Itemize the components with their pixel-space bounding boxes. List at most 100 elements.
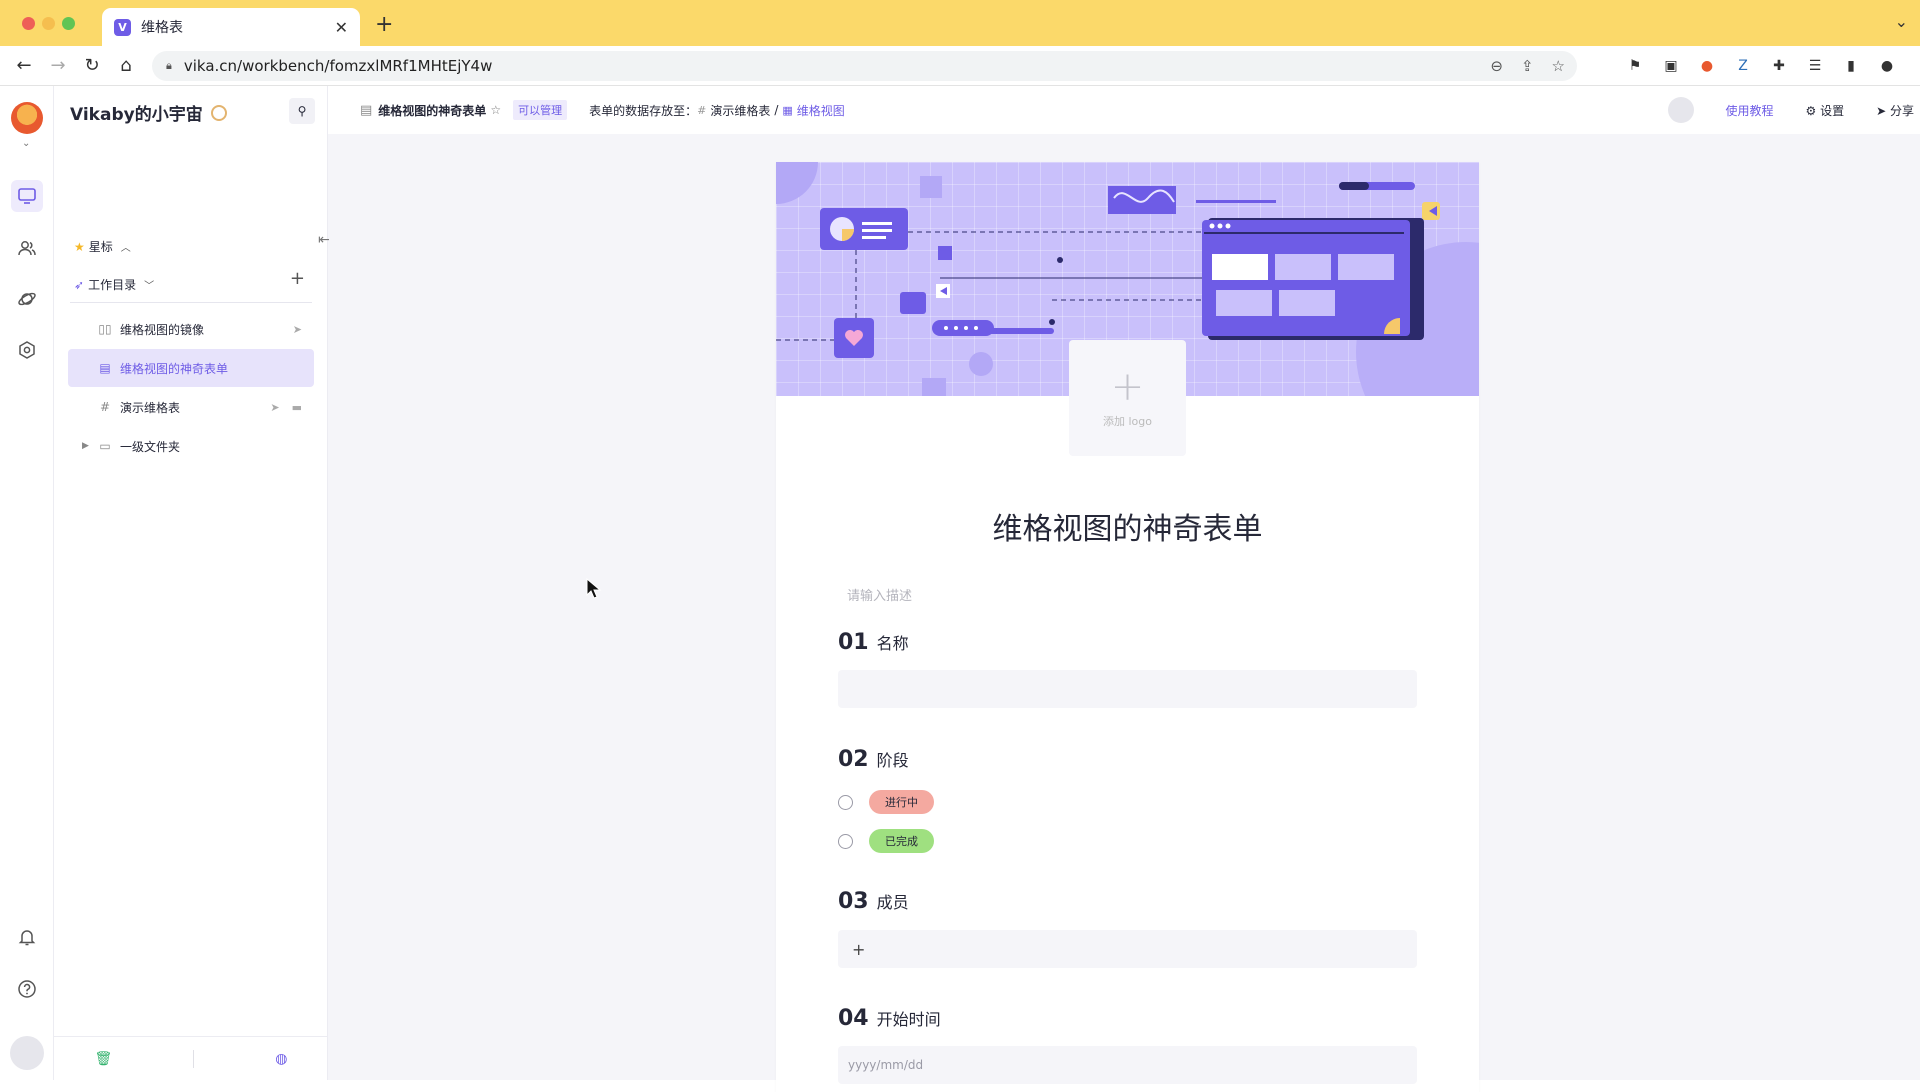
question-label: 开始时间 [876,1010,941,1029]
send-icon: ➤ [1876,103,1890,118]
question-label: 名称 [876,634,909,653]
space-avatar[interactable] [11,102,43,134]
form-name[interactable]: 维格视图的神奇表单 [378,102,486,119]
gear-icon: ⚙ [1805,103,1821,118]
add-node-button[interactable]: + [290,268,305,289]
favorites-label: 星标 [88,240,113,254]
maximize-window-button[interactable] [62,17,75,30]
rocket-icon: ➶ [74,277,85,292]
add-logo-button[interactable]: + 添加 logo [1069,340,1186,456]
browser-menu-icon[interactable]: ⋮ [1913,56,1920,76]
radio-button[interactable] [838,794,853,810]
storage-label: 表单的数据存放至： [589,103,698,118]
member-add-button[interactable]: + [838,930,1417,968]
lock-icon: ▬ [291,400,302,414]
bell-icon[interactable] [11,921,43,953]
side-panel-icon[interactable]: ▮ [1841,56,1861,76]
sidebar-item-folder[interactable]: ▶ ▭ 一级文件夹 [68,427,314,465]
share-page-icon[interactable]: ⇪ [1521,57,1534,75]
mirror-icon: ▯▯ [98,322,112,336]
tab-close-icon[interactable]: ✕ [335,18,348,37]
radio-button[interactable] [838,833,853,849]
tab-search-chevron-icon[interactable]: ⌄ [1895,12,1908,31]
browser-tab[interactable]: V 维格表 ✕ [102,8,360,46]
home-icon[interactable]: ⌂ [116,55,136,76]
profile-avatar-icon[interactable]: ● [1877,56,1897,76]
collaborator-avatar[interactable] [1667,97,1694,123]
collapse-sidebar-icon[interactable]: ⇤ [318,232,338,252]
settings-hex-icon[interactable] [11,334,43,366]
user-avatar[interactable] [10,1036,44,1070]
question-header: 01 名称 [838,630,909,655]
search-icon[interactable]: ⚲ [289,98,315,124]
form-title[interactable]: 维格视图的神奇表单 [776,504,1479,548]
reading-list-icon[interactable]: ☰ [1805,56,1825,76]
question-number: 03 [838,889,869,914]
bookmark-star-icon[interactable]: ☆ [1552,57,1565,75]
forward-arrow-icon[interactable]: → [48,55,68,76]
settings-label: 设置 [1820,103,1845,118]
explore-icon[interactable] [11,283,43,315]
add-logo-label: 添加 logo [1103,415,1152,428]
trash-icon[interactable]: 🗑︎ [95,1051,113,1067]
tutorial-link[interactable]: 使用教程 [1726,102,1774,119]
favorite-star-icon[interactable]: ☆ [490,103,501,117]
sidebar-item-label: 演示维格表 [120,400,181,415]
template-planet-icon[interactable]: ◍ [275,1051,287,1067]
sidebar-item-label: 维格视图的神奇表单 [120,361,229,376]
grid-view-icon: ▦ [782,103,793,117]
option-tag: 进行中 [869,790,934,814]
space-switch-chevron-icon[interactable]: ⌄ [22,138,30,149]
space-name-text: Vikaby的小宇宙 [70,105,203,125]
minimize-window-button[interactable] [42,17,55,30]
caret-right-icon[interactable]: ▶ [82,441,89,451]
datasheet-icon: # [99,400,111,414]
extension-image-icon[interactable]: ▣ [1661,56,1681,76]
star-icon: ★ [74,239,85,254]
zoom-icon[interactable]: ⊖ [1490,57,1503,75]
start-date-field[interactable]: yyyy/mm/dd [838,1046,1417,1084]
sidebar-item-datasheet[interactable]: # 演示维格表 ➤ ▬ [68,388,314,426]
question-label: 成员 [876,893,909,912]
breadcrumb-separator: / [774,103,779,117]
url-bar[interactable]: 🔒︎ vika.cn/workbench/fomzxlMRf1MHtEjY4w … [152,51,1577,81]
space-name[interactable]: Vikaby的小宇宙 [70,100,227,125]
extensions-puzzle-icon[interactable]: ✚ [1769,56,1789,76]
sidebar-divider [70,302,312,303]
sidebar-item-mirror[interactable]: ▯▯ 维格视图的镜像 ➤ [68,310,314,348]
question-header: 02 阶段 [838,747,909,772]
extension-z-icon[interactable]: Z [1733,56,1753,76]
vika-app: ⌄ Vikaby的小宇宙 ⚲ ★ 星标 ︿ ➶ 工作目录 ﹀ + ▯▯ 维格视图… [0,86,1920,1092]
question-number: 01 [838,630,869,655]
workbench-icon[interactable] [11,180,43,212]
favorites-section[interactable]: ★ 星标 ︿ [74,238,131,255]
extension-orange-icon[interactable]: ● [1697,56,1717,76]
members-icon[interactable] [11,232,43,264]
settings-button[interactable]: ⚙ 设置 [1806,102,1845,119]
catalog-section[interactable]: ➶ 工作目录 ﹀ [74,276,154,293]
help-icon[interactable] [11,973,43,1005]
sidebar-item-form[interactable]: ▤ 维格视图的神奇表单 [68,349,314,387]
reload-icon[interactable]: ↻ [82,55,102,76]
share-button[interactable]: ➤ 分享 [1876,102,1914,119]
name-field[interactable] [838,670,1417,708]
extension-flag-icon[interactable]: ⚑ [1625,56,1645,76]
form-icon: ▤ [360,102,373,118]
chevron-down-icon: ﹀ [144,281,155,292]
new-tab-button[interactable]: + [375,12,393,37]
address-toolbar: ← → ↻ ⌂ 🔒︎ vika.cn/workbench/fomzxlMRf1M… [0,46,1920,86]
question-label: 阶段 [876,751,909,770]
breadcrumb-view[interactable]: 维格视图 [797,102,845,119]
close-window-button[interactable] [22,17,35,30]
form-description-input[interactable]: 请输入描述 [847,585,912,604]
lock-icon: 🔒︎ [166,59,172,72]
stage-option[interactable]: 进行中 [838,790,934,814]
node-header: ▤ 维格视图的神奇表单 ☆ 可以管理 表单的数据存放至： # 演示维格表 / ▦… [328,86,1920,134]
extensions-bar: ⚑ ▣ ● Z ✚ ☰ ▮ ● ⋮ [1625,56,1920,76]
stage-option[interactable]: 已完成 [838,829,934,853]
breadcrumb-datasheet[interactable]: 演示维格表 [710,102,770,119]
icon-rail: ⌄ [0,86,54,1080]
share-label: 分享 [1889,103,1914,118]
share-arrow-icon: ➤ [292,322,302,336]
back-arrow-icon[interactable]: ← [14,55,34,76]
